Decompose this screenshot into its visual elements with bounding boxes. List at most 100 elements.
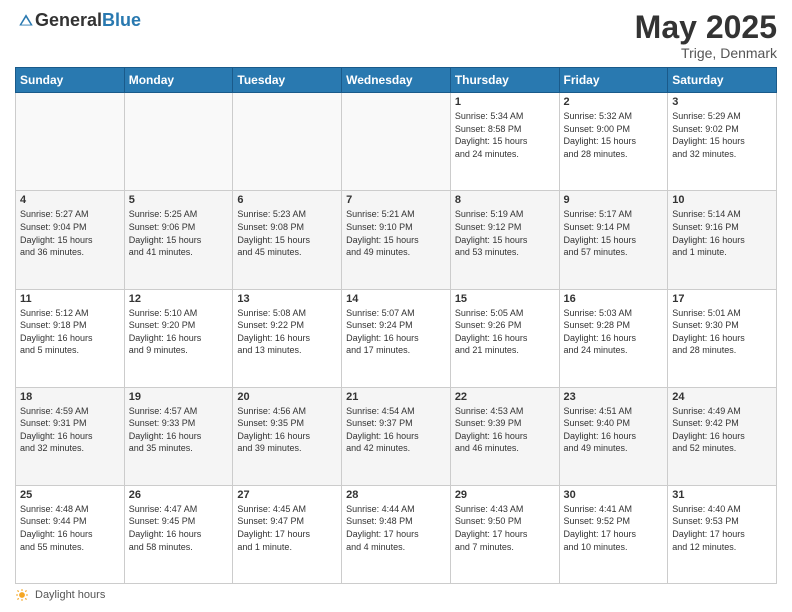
day-number: 17 bbox=[672, 293, 772, 305]
cell-content: Sunrise: 5:21 AM Sunset: 9:10 PM Dayligh… bbox=[346, 208, 446, 258]
calendar-cell: 20Sunrise: 4:56 AM Sunset: 9:35 PM Dayli… bbox=[233, 387, 342, 485]
cell-content: Sunrise: 4:49 AM Sunset: 9:42 PM Dayligh… bbox=[672, 405, 772, 455]
calendar-day-header: Sunday bbox=[16, 68, 125, 93]
day-number: 1 bbox=[455, 96, 555, 108]
calendar-week-row: 25Sunrise: 4:48 AM Sunset: 9:44 PM Dayli… bbox=[16, 485, 777, 583]
day-number: 23 bbox=[564, 391, 664, 403]
day-number: 26 bbox=[129, 489, 229, 501]
page: GeneralBlue May 2025 Trige, Denmark Sund… bbox=[0, 0, 792, 612]
calendar-day-header: Tuesday bbox=[233, 68, 342, 93]
cell-content: Sunrise: 5:08 AM Sunset: 9:22 PM Dayligh… bbox=[237, 307, 337, 357]
cell-content: Sunrise: 5:32 AM Sunset: 9:00 PM Dayligh… bbox=[564, 110, 664, 160]
header: GeneralBlue May 2025 Trige, Denmark bbox=[15, 10, 777, 61]
footer: Daylight hours bbox=[15, 588, 777, 602]
day-number: 10 bbox=[672, 194, 772, 206]
day-number: 12 bbox=[129, 293, 229, 305]
cell-content: Sunrise: 5:07 AM Sunset: 9:24 PM Dayligh… bbox=[346, 307, 446, 357]
calendar-cell: 26Sunrise: 4:47 AM Sunset: 9:45 PM Dayli… bbox=[124, 485, 233, 583]
logo: GeneralBlue bbox=[15, 10, 141, 31]
day-number: 5 bbox=[129, 194, 229, 206]
calendar-day-header: Friday bbox=[559, 68, 668, 93]
calendar-week-row: 11Sunrise: 5:12 AM Sunset: 9:18 PM Dayli… bbox=[16, 289, 777, 387]
cell-content: Sunrise: 5:34 AM Sunset: 8:58 PM Dayligh… bbox=[455, 110, 555, 160]
cell-content: Sunrise: 5:12 AM Sunset: 9:18 PM Dayligh… bbox=[20, 307, 120, 357]
cell-content: Sunrise: 4:51 AM Sunset: 9:40 PM Dayligh… bbox=[564, 405, 664, 455]
calendar-cell: 21 Sunrise: 4:54 AM Sunset: 9:37 PM Dayli… bbox=[342, 387, 451, 485]
calendar-header-row: SundayMondayTuesdayWednesdayThursdayFrid… bbox=[16, 68, 777, 93]
calendar-cell: 1 Sunrise: 5:34 AM Sunset: 8:58 PM Daylig… bbox=[450, 93, 559, 191]
calendar-cell: 2 Sunrise: 5:32 AM Sunset: 9:00 PM Daylig… bbox=[559, 93, 668, 191]
calendar-cell bbox=[16, 93, 125, 191]
calendar-cell: 14 Sunrise: 5:07 AM Sunset: 9:24 PM Dayli… bbox=[342, 289, 451, 387]
calendar-cell: 11Sunrise: 5:12 AM Sunset: 9:18 PM Dayli… bbox=[16, 289, 125, 387]
day-number: 3 bbox=[672, 96, 772, 108]
day-number: 2 bbox=[564, 96, 664, 108]
calendar-cell: 13 Sunrise: 5:08 AM Sunset: 9:22 PM Dayli… bbox=[233, 289, 342, 387]
calendar-cell: 7 Sunrise: 5:21 AM Sunset: 9:10 PM Daylig… bbox=[342, 191, 451, 289]
calendar-day-header: Thursday bbox=[450, 68, 559, 93]
month-title: May 2025 bbox=[635, 10, 777, 45]
cell-content: Sunrise: 4:45 AM Sunset: 9:47 PM Dayligh… bbox=[237, 503, 337, 553]
calendar-cell: 30Sunrise: 4:41 AM Sunset: 9:52 PM Dayli… bbox=[559, 485, 668, 583]
cell-content: Sunrise: 4:43 AM Sunset: 9:50 PM Dayligh… bbox=[455, 503, 555, 553]
calendar-cell: 22 Sunrise: 4:53 AM Sunset: 9:39 PM Dayli… bbox=[450, 387, 559, 485]
calendar-cell: 31Sunrise: 4:40 AM Sunset: 9:53 PM Dayli… bbox=[668, 485, 777, 583]
day-number: 21 bbox=[346, 391, 446, 403]
calendar-cell: 24 Sunrise: 4:49 AM Sunset: 9:42 PM Dayli… bbox=[668, 387, 777, 485]
cell-content: Sunrise: 5:03 AM Sunset: 9:28 PM Dayligh… bbox=[564, 307, 664, 357]
cell-content: Sunrise: 4:59 AM Sunset: 9:31 PM Dayligh… bbox=[20, 405, 120, 455]
cell-content: Sunrise: 4:40 AM Sunset: 9:53 PM Dayligh… bbox=[672, 503, 772, 553]
calendar-cell: 9 Sunrise: 5:17 AM Sunset: 9:14 PM Daylig… bbox=[559, 191, 668, 289]
day-number: 22 bbox=[455, 391, 555, 403]
day-number: 29 bbox=[455, 489, 555, 501]
cell-content: Sunrise: 4:44 AM Sunset: 9:48 PM Dayligh… bbox=[346, 503, 446, 553]
cell-content: Sunrise: 5:05 AM Sunset: 9:26 PM Dayligh… bbox=[455, 307, 555, 357]
day-number: 19 bbox=[129, 391, 229, 403]
day-number: 8 bbox=[455, 194, 555, 206]
cell-content: Sunrise: 5:29 AM Sunset: 9:02 PM Dayligh… bbox=[672, 110, 772, 160]
day-number: 25 bbox=[20, 489, 120, 501]
cell-content: Sunrise: 5:10 AM Sunset: 9:20 PM Dayligh… bbox=[129, 307, 229, 357]
calendar-cell: 23 Sunrise: 4:51 AM Sunset: 9:40 PM Dayli… bbox=[559, 387, 668, 485]
day-number: 20 bbox=[237, 391, 337, 403]
cell-content: Sunrise: 5:23 AM Sunset: 9:08 PM Dayligh… bbox=[237, 208, 337, 258]
day-number: 18 bbox=[20, 391, 120, 403]
day-number: 24 bbox=[672, 391, 772, 403]
day-number: 7 bbox=[346, 194, 446, 206]
calendar-cell: 17 Sunrise: 5:01 AM Sunset: 9:30 PM Dayli… bbox=[668, 289, 777, 387]
cell-content: Sunrise: 5:17 AM Sunset: 9:14 PM Dayligh… bbox=[564, 208, 664, 258]
calendar-day-header: Wednesday bbox=[342, 68, 451, 93]
calendar-week-row: 18 Sunrise: 4:59 AM Sunset: 9:31 PM Dayli… bbox=[16, 387, 777, 485]
title-block: May 2025 Trige, Denmark bbox=[635, 10, 777, 61]
calendar-cell: 27 Sunrise: 4:45 AM Sunset: 9:47 PM Dayli… bbox=[233, 485, 342, 583]
calendar-cell: 6 Sunrise: 5:23 AM Sunset: 9:08 PM Daylig… bbox=[233, 191, 342, 289]
logo-blue: Blue bbox=[102, 10, 141, 30]
logo-icon bbox=[17, 12, 35, 30]
day-number: 6 bbox=[237, 194, 337, 206]
day-number: 14 bbox=[346, 293, 446, 305]
calendar-cell: 18 Sunrise: 4:59 AM Sunset: 9:31 PM Dayli… bbox=[16, 387, 125, 485]
calendar-cell: 12 Sunrise: 5:10 AM Sunset: 9:20 PM Dayli… bbox=[124, 289, 233, 387]
logo-general: General bbox=[35, 10, 102, 30]
cell-content: Sunrise: 4:41 AM Sunset: 9:52 PM Dayligh… bbox=[564, 503, 664, 553]
cell-content: Sunrise: 5:14 AM Sunset: 9:16 PM Dayligh… bbox=[672, 208, 772, 258]
calendar-cell bbox=[124, 93, 233, 191]
calendar-cell: 4Sunrise: 5:27 AM Sunset: 9:04 PM Daylig… bbox=[16, 191, 125, 289]
day-number: 15 bbox=[455, 293, 555, 305]
calendar-cell: 3 Sunrise: 5:29 AM Sunset: 9:02 PM Daylig… bbox=[668, 93, 777, 191]
day-number: 9 bbox=[564, 194, 664, 206]
daylight-label: Daylight hours bbox=[35, 589, 105, 601]
calendar-cell: 5 Sunrise: 5:25 AM Sunset: 9:06 PM Daylig… bbox=[124, 191, 233, 289]
sun-icon bbox=[15, 588, 29, 602]
calendar-cell: 15 Sunrise: 5:05 AM Sunset: 9:26 PM Dayli… bbox=[450, 289, 559, 387]
day-number: 4 bbox=[20, 194, 120, 206]
calendar-week-row: 1 Sunrise: 5:34 AM Sunset: 8:58 PM Daylig… bbox=[16, 93, 777, 191]
cell-content: Sunrise: 5:01 AM Sunset: 9:30 PM Dayligh… bbox=[672, 307, 772, 357]
cell-content: Sunrise: 5:25 AM Sunset: 9:06 PM Dayligh… bbox=[129, 208, 229, 258]
day-number: 13 bbox=[237, 293, 337, 305]
cell-content: Sunrise: 4:53 AM Sunset: 9:39 PM Dayligh… bbox=[455, 405, 555, 455]
cell-content: Sunrise: 4:54 AM Sunset: 9:37 PM Dayligh… bbox=[346, 405, 446, 455]
calendar-week-row: 4Sunrise: 5:27 AM Sunset: 9:04 PM Daylig… bbox=[16, 191, 777, 289]
calendar-cell: 10 Sunrise: 5:14 AM Sunset: 9:16 PM Dayli… bbox=[668, 191, 777, 289]
day-number: 27 bbox=[237, 489, 337, 501]
